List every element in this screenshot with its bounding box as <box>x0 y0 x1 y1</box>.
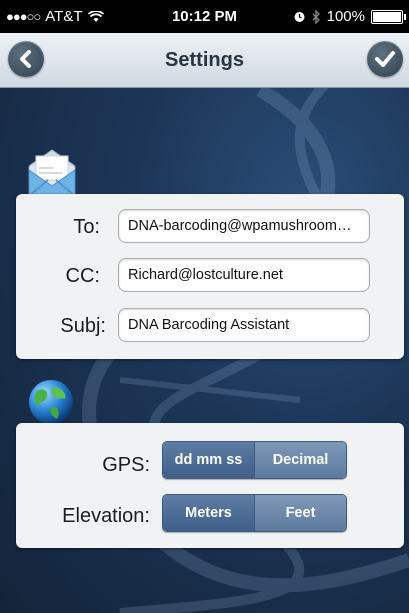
carrier-name: AT&T <box>45 8 83 25</box>
alarm-icon <box>294 12 305 22</box>
to-label: To: <box>73 216 100 238</box>
checkmark-icon <box>375 51 395 67</box>
to-field[interactable]: DNA-barcoding@wpamushroom… <box>118 209 370 243</box>
wifi-icon <box>87 10 104 22</box>
gps-format-control: dd mm ss Decimal <box>162 441 347 479</box>
cc-label: CC: <box>65 265 100 287</box>
chevron-left-icon <box>20 50 31 68</box>
back-button[interactable] <box>8 41 44 77</box>
gps-option-decimal[interactable]: Decimal <box>254 442 346 478</box>
subject-label: Subj: <box>60 315 106 337</box>
settings-screen: ●●●○○ AT&T 10:12 PM 100% Settings To: DN… <box>0 0 409 613</box>
bluetooth-icon <box>312 9 320 24</box>
battery-icon <box>371 9 406 24</box>
carrier-group: ●●●○○ AT&T <box>6 8 104 25</box>
signal-strength-icon: ●●●○○ <box>6 9 41 24</box>
subject-field[interactable]: DNA Barcoding Assistant <box>118 308 370 342</box>
elevation-unit-control: Meters Feet <box>162 494 347 532</box>
status-bar: ●●●○○ AT&T 10:12 PM 100% <box>0 0 409 33</box>
elevation-option-meters[interactable]: Meters <box>163 495 254 531</box>
done-button[interactable] <box>367 41 403 77</box>
status-right-group: 100% <box>293 8 406 25</box>
page-title: Settings <box>165 49 244 71</box>
globe-icon <box>29 380 73 424</box>
gps-label: GPS: <box>102 454 150 476</box>
email-settings-panel: To: DNA-barcoding@wpamushroom… CC: Richa… <box>16 194 404 359</box>
elevation-option-feet[interactable]: Feet <box>254 495 346 531</box>
elevation-label: Elevation: <box>62 505 150 527</box>
battery-percent: 100% <box>326 8 365 25</box>
units-settings-panel: GPS: dd mm ss Decimal Elevation: Meters … <box>16 423 404 548</box>
gps-option-dms[interactable]: dd mm ss <box>163 442 254 478</box>
nav-bar: Settings <box>0 33 409 88</box>
cc-field[interactable]: Richard@lostculture.net <box>118 258 370 292</box>
